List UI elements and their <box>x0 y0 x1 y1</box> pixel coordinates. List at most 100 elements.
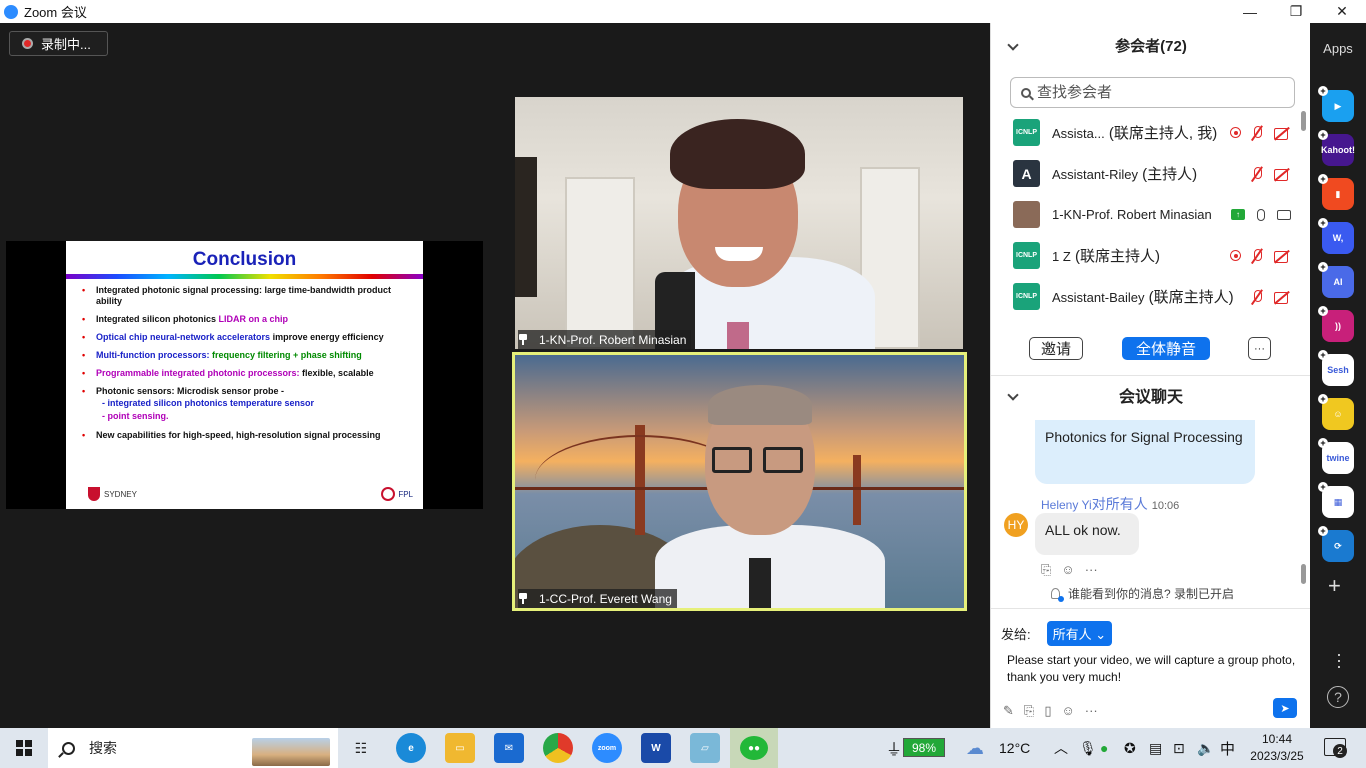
recording-icon[interactable] <box>1230 127 1241 138</box>
network-icon[interactable]: ⊡ <box>1173 728 1185 768</box>
more-options-button[interactable]: ··· <box>1248 337 1271 360</box>
app-icon[interactable]: ▮ <box>1322 178 1354 210</box>
battery-indicator[interactable]: 98% <box>903 738 945 757</box>
zoom-taskbar-icon[interactable]: zoom <box>592 733 622 763</box>
word-icon[interactable]: W <box>641 733 671 763</box>
add-icon[interactable]: + <box>1318 174 1328 184</box>
volume-icon[interactable]: 🔈 <box>1197 728 1214 768</box>
add-icon[interactable]: + <box>1318 438 1328 448</box>
app-icon[interactable]: twine <box>1322 442 1354 474</box>
mic-icon[interactable]: 🎙 <box>1079 728 1097 768</box>
plug-icon[interactable]: ⏚ <box>886 728 902 768</box>
mic-muted-icon[interactable] <box>1249 248 1265 264</box>
emoji-icon[interactable]: ☺ <box>1061 562 1074 578</box>
camera-icon[interactable] <box>1277 209 1291 220</box>
participant-row[interactable]: ICNLP Assista... (联席主持人, 我) <box>991 112 1301 153</box>
tray-expand-icon[interactable]: ︿ <box>1054 728 1068 768</box>
screenshot-icon[interactable]: ⎘ <box>1024 703 1034 719</box>
qq-icon[interactable]: ✪ <box>1124 728 1136 768</box>
camera-off-icon[interactable] <box>1273 249 1291 263</box>
app-icon[interactable]: Sesh <box>1322 354 1354 386</box>
app-icon[interactable]: ☺ <box>1322 398 1354 430</box>
weather-icon[interactable]: ☁ <box>966 728 984 768</box>
recording-indicator[interactable]: 录制中... <box>9 31 108 56</box>
app-icon[interactable]: AI <box>1322 266 1354 298</box>
format-icon[interactable]: ✎ <box>1003 703 1014 719</box>
ime-indicator[interactable]: 中 <box>1220 728 1235 768</box>
mute-all-button[interactable]: 全体静音 <box>1122 337 1210 360</box>
search-icon <box>1021 87 1031 98</box>
camera-off-icon[interactable] <box>1273 290 1291 304</box>
add-icon[interactable]: + <box>1318 130 1328 140</box>
send-to-select[interactable]: 所有人 ⌄ <box>1046 621 1113 646</box>
file-icon[interactable]: ▯ <box>1044 703 1051 719</box>
mic-muted-icon[interactable] <box>1249 166 1265 182</box>
app-icon[interactable]: ⟳ <box>1322 530 1354 562</box>
file-explorer-icon[interactable]: ▭ <box>445 733 475 763</box>
mic-muted-icon[interactable] <box>1249 125 1265 141</box>
participant-row[interactable]: ICNLP Assistant-Bailey (联席主持人) <box>991 276 1301 317</box>
invite-button[interactable]: 邀请 <box>1029 337 1083 360</box>
add-app-icon[interactable]: + <box>1328 573 1341 599</box>
taskbar-search[interactable]: 搜索 <box>48 728 338 768</box>
add-icon[interactable]: + <box>1318 350 1328 360</box>
add-icon[interactable]: + <box>1318 262 1328 272</box>
shield-icon <box>88 487 100 501</box>
mic-muted-icon[interactable] <box>1249 289 1265 305</box>
add-icon[interactable]: + <box>1318 526 1328 536</box>
windows-start-icon[interactable] <box>16 740 32 756</box>
reply-icon[interactable]: ⎘ <box>1041 562 1051 578</box>
camera-off-icon[interactable] <box>1273 126 1291 140</box>
chat-scrollbar[interactable] <box>1301 564 1306 584</box>
chat-compose-input[interactable]: Please start your video, we will capture… <box>1007 652 1297 686</box>
share-screen-icon[interactable]: ↑ <box>1231 209 1245 220</box>
app-icon[interactable]: W, <box>1322 222 1354 254</box>
chevron-down-icon[interactable] <box>1007 39 1019 51</box>
shared-screen[interactable]: Conclusion Integrated photonic signal pr… <box>6 241 483 509</box>
participant-search[interactable] <box>1010 77 1295 108</box>
add-icon[interactable]: + <box>1318 218 1328 228</box>
taskbar-clock[interactable]: 10:44 2023/3/25 <box>1246 731 1308 765</box>
recording-icon[interactable] <box>1230 250 1241 261</box>
weather-temp[interactable]: 12°C <box>999 728 1030 768</box>
add-icon[interactable]: + <box>1318 482 1328 492</box>
app-icon[interactable]: Kahoot! <box>1321 134 1355 166</box>
more-icon[interactable]: ··· <box>1085 562 1098 578</box>
video-tile-everett[interactable]: 1-CC-Prof. Everett Wang <box>512 352 967 611</box>
chevron-down-icon[interactable] <box>1007 389 1019 401</box>
chat-visibility-notice[interactable]: 谁能看到你的消息? 录制已开启 <box>1051 585 1234 602</box>
wechat-icon[interactable]: ●● <box>730 728 778 768</box>
more-vertical-icon[interactable]: · · · <box>1336 645 1342 675</box>
chat-sender-name[interactable]: Heleny Yi <box>1041 498 1092 512</box>
close-button[interactable]: ✕ <box>1319 0 1365 23</box>
participant-row[interactable]: A Assistant-Riley (主持人) <box>991 153 1301 194</box>
app-icon[interactable]: ▦ <box>1322 486 1354 518</box>
add-icon[interactable]: + <box>1318 86 1328 96</box>
mail-icon[interactable]: ✉ <box>494 733 524 763</box>
video-tile-robert[interactable]: 1-KN-Prof. Robert Minasian <box>515 97 963 349</box>
app-icon[interactable]: ▱ <box>690 733 720 763</box>
edge-icon[interactable]: e <box>396 733 426 763</box>
app-icon[interactable]: ▶ <box>1322 90 1354 122</box>
app-icon[interactable]: )) <box>1322 310 1354 342</box>
app-tray-icon[interactable]: ▤ <box>1149 728 1162 768</box>
participant-list-scrollbar[interactable] <box>1301 111 1306 131</box>
send-button[interactable]: ➤ <box>1273 698 1297 718</box>
participant-search-input[interactable] <box>1037 84 1277 101</box>
add-icon[interactable]: + <box>1318 394 1328 404</box>
window-titlebar: Zoom 会议 — ❐ ✕ <box>0 0 1366 23</box>
more-icon[interactable]: ··· <box>1085 703 1098 719</box>
emoji-icon[interactable]: ☺ <box>1061 703 1074 719</box>
participant-row[interactable]: 1-KN-Prof. Robert Minasian ↑ <box>991 194 1301 235</box>
mic-icon[interactable] <box>1257 208 1265 221</box>
add-icon[interactable]: + <box>1318 306 1328 316</box>
task-view-icon[interactable]: ☷ <box>346 733 376 763</box>
camera-off-icon[interactable] <box>1273 167 1291 181</box>
restore-button[interactable]: ❐ <box>1273 0 1319 23</box>
participants-header: 参会者(72) <box>991 23 1311 67</box>
wechat-tray-icon[interactable]: ● <box>1100 728 1108 768</box>
minimize-button[interactable]: — <box>1227 0 1273 23</box>
help-icon[interactable]: ? <box>1327 686 1349 708</box>
chrome-icon[interactable] <box>543 733 573 763</box>
participant-row[interactable]: ICNLP 1 Z (联席主持人) <box>991 235 1301 276</box>
